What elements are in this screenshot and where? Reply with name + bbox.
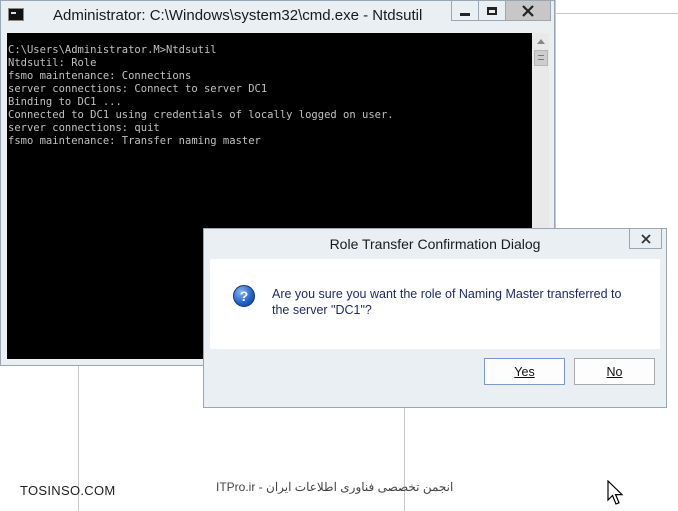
maximize-icon (487, 6, 497, 15)
dialog-close-button[interactable] (629, 229, 662, 249)
scroll-thumb[interactable] (534, 50, 548, 66)
watermark-center: ITPro.ir - انجمن تخصصی فناوری اطلاعات ای… (216, 480, 454, 494)
confirmation-dialog: Role Transfer Confirmation Dialog ? Are … (203, 228, 667, 408)
yes-button[interactable]: Yes (484, 358, 565, 385)
dialog-body: ? Are you sure you want the role of Nami… (210, 259, 660, 349)
dialog-title: Role Transfer Confirmation Dialog (329, 236, 541, 252)
dialog-message: Are you sure you want the role of Naming… (272, 287, 622, 317)
console-line: C:\Users\Administrator.M>Ntdsutil (8, 44, 217, 56)
question-icon: ? (233, 285, 255, 307)
arrow-up-icon (536, 39, 545, 44)
no-button-label: No (606, 364, 623, 379)
console-line: fsmo maintenance: Transfer naming master (8, 135, 261, 147)
yes-button-label: Yes (514, 364, 535, 379)
background-divider-vertical (404, 408, 405, 511)
close-icon (640, 233, 651, 244)
scroll-up-button[interactable] (532, 33, 549, 50)
console-line: Ntdsutil: Role (8, 57, 97, 69)
no-button[interactable]: No (574, 358, 655, 385)
console-line: Binding to DC1 ... (8, 96, 122, 108)
console-line: fsmo maintenance: Connections (8, 70, 192, 82)
console-line: server connections: quit (8, 122, 160, 134)
cmd-app-icon[interactable] (8, 8, 24, 21)
console-line: server connections: Connect to server DC… (8, 83, 268, 95)
watermark-left: TOSINSO.COM (20, 483, 116, 498)
minimize-button[interactable] (451, 1, 479, 21)
cmd-window-title: Administrator: C:\Windows\system32\cmd.e… (53, 7, 423, 24)
maximize-button[interactable] (479, 1, 506, 21)
minimize-icon (460, 13, 470, 16)
background-divider-vertical (555, 0, 556, 230)
close-icon (522, 4, 534, 17)
close-button[interactable] (506, 1, 551, 21)
console-line: Connected to DC1 using credentials of lo… (8, 109, 394, 121)
mouse-cursor-icon (607, 480, 624, 505)
background-divider-horizontal (555, 13, 678, 14)
